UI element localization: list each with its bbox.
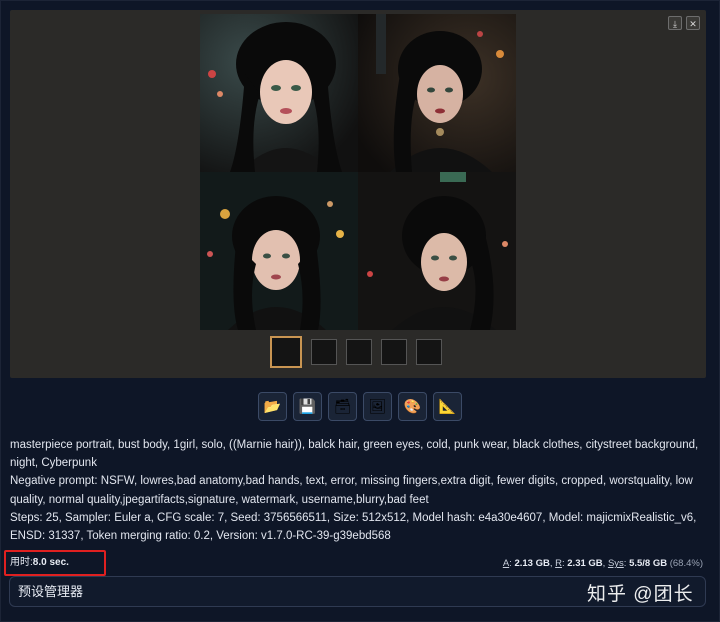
thumbnail-image[interactable] xyxy=(416,339,442,365)
save-button[interactable]: 💾 xyxy=(293,392,322,421)
thumbnail-grid[interactable] xyxy=(270,336,302,368)
close-icon[interactable]: ✕ xyxy=(686,16,700,30)
memory-readout: A: 2.13 GB, R: 2.31 GB, Sys: 5.5/8 GB (6… xyxy=(502,558,703,569)
parameters-text: Steps: 25, Sampler: Euler a, CFG scale: … xyxy=(10,511,697,543)
gallery-toolbar: ⤓ ✕ xyxy=(668,16,700,30)
download-icon[interactable]: ⤓ xyxy=(668,16,682,30)
send-to-inpaint-button[interactable]: 🎨 xyxy=(398,392,427,421)
palette-icon: 🎨 xyxy=(403,398,422,414)
prompt-text: masterpiece portrait, bust body, 1girl, … xyxy=(10,439,699,470)
mem-a-label: A xyxy=(502,558,510,569)
thumbnail-image[interactable] xyxy=(381,339,407,365)
preset-manager-label: 预设管理器 xyxy=(18,584,84,599)
image-action-buttons: 📂 💾 🗃 🖼 🎨 📐 xyxy=(258,392,462,421)
floppy-disk-icon: 💾 xyxy=(298,398,317,414)
send-to-extras-button[interactable]: 📐 xyxy=(433,392,462,421)
timing-label: 用时: xyxy=(10,557,33,568)
mem-a-value: 2.13 GB xyxy=(514,558,550,569)
timing-readout: 用时:8.0 sec. xyxy=(4,550,106,576)
zip-button[interactable]: 🗃 xyxy=(328,392,357,421)
watermark: 知乎 @团长 xyxy=(587,584,694,605)
mem-sys-label: Sys xyxy=(607,558,624,569)
mem-r-value: 2.31 GB xyxy=(567,558,603,569)
send-to-img2img-button[interactable]: 🖼 xyxy=(363,392,392,421)
generation-info: masterpiece portrait, bust body, 1girl, … xyxy=(10,436,710,545)
grid-image-1 xyxy=(200,14,358,172)
folder-icon: 📂 xyxy=(263,398,282,414)
grid-image-3 xyxy=(200,172,358,330)
thumbnail-image[interactable] xyxy=(346,339,372,365)
grid-image-2 xyxy=(358,14,516,172)
open-folder-button[interactable]: 📂 xyxy=(258,392,287,421)
thumbnail-image[interactable] xyxy=(311,339,337,365)
image-gallery: ⤓ ✕ xyxy=(10,10,706,378)
thumbnail-strip xyxy=(270,336,442,368)
negative-prompt-text: Negative prompt: NSFW, lowres,bad anatom… xyxy=(10,475,693,506)
generated-image-grid[interactable] xyxy=(200,14,516,330)
stack-icon: 🗃 xyxy=(333,398,352,414)
grid-image-4 xyxy=(358,172,516,330)
mem-r-label: R xyxy=(555,558,562,569)
output-panel: ⤓ ✕ 📂 💾 🗃 🖼 🎨 📐 masterpiece portrait, bu… xyxy=(0,0,720,622)
picture-icon: 🖼 xyxy=(368,398,387,414)
timing-value: 8.0 sec. xyxy=(32,557,69,568)
mem-sys-value: 5.5/8 GB xyxy=(629,558,668,569)
ruler-triangle-icon: 📐 xyxy=(438,398,457,414)
mem-sys-percent: (68.4%) xyxy=(669,558,703,569)
